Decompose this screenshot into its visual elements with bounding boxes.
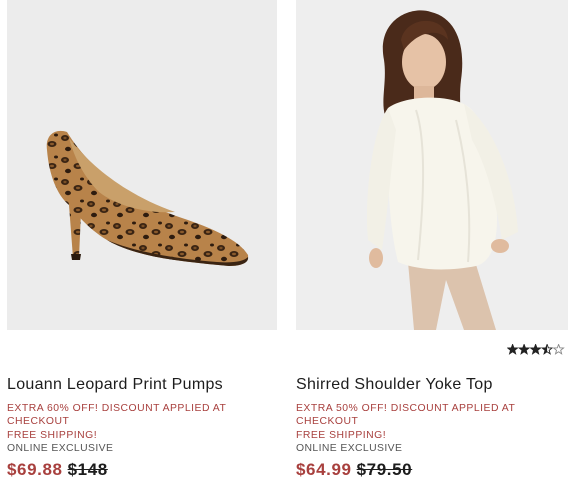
product-title[interactable]: Shirred Shoulder Yoke Top [296,376,493,394]
star-full-icon [507,344,519,355]
shipping-text: Free Shipping! [7,430,98,441]
shipping-text: Free Shipping! [296,430,387,441]
star-empty-icon [552,344,565,355]
exclusive-badge: Online Exclusive [296,443,403,454]
product-title[interactable]: Louann Leopard Print Pumps [7,376,223,394]
original-price: $79.50 [356,460,413,479]
star-rating [507,344,567,355]
product-card-leopard-pumps[interactable]: Louann Leopard Print Pumps Extra 60% Off… [7,0,277,479]
product-card-yoke-top[interactable]: Shirred Shoulder Yoke Top Extra 50% Off!… [296,0,568,479]
leopard-pump-image [46,130,249,266]
star-full-icon [529,344,542,355]
sale-price: $69.88 [7,460,63,479]
product-image-leopard-pumps[interactable] [7,0,277,330]
star-full-icon [517,344,531,355]
product-image-yoke-top[interactable] [296,0,568,330]
promo-text: Extra 50% Off! Discount Applied At Check… [296,403,516,427]
rating-stars-icon [507,344,565,355]
sale-price: $64.99 [296,460,352,479]
promo-text: Extra 60% Off! Discount Applied At Check… [7,403,227,427]
model-ivory-top-image [366,10,518,330]
exclusive-badge: Online Exclusive [7,443,114,454]
original-price: $148 [67,460,108,479]
price: $64.99 $79.50 [296,460,412,480]
price: $69.88 $148 [7,460,108,480]
